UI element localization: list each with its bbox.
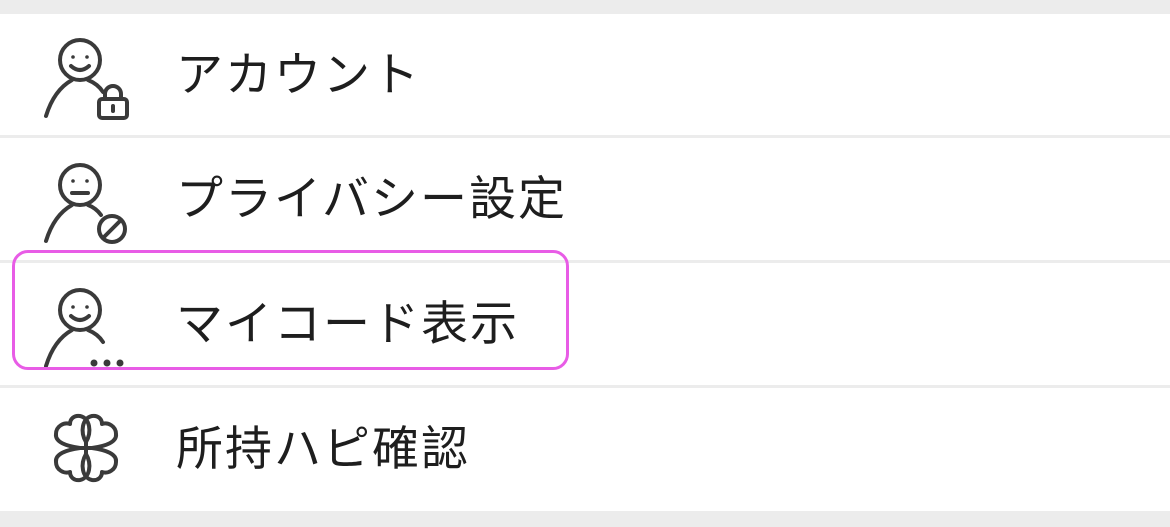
menu-item-label: 所持ハピ確認 [176,422,470,477]
menu-item-label: プライバシー設定 [176,172,568,227]
menu-item-label: マイコード表示 [176,297,519,352]
menu-item-label: アカウント [176,48,421,103]
user-lock-icon [40,30,132,122]
clover-icon [40,402,132,494]
menu-item-mycode[interactable]: マイコード表示 [0,263,1170,385]
settings-menu: アカウント プライバシー設定 マイコード表示 所持ハピ確認 [0,14,1170,511]
user-more-icon [40,280,132,372]
menu-item-hapi[interactable]: 所持ハピ確認 [0,388,1170,511]
menu-item-account[interactable]: アカウント [0,14,1170,135]
user-block-icon [40,155,132,247]
menu-item-privacy[interactable]: プライバシー設定 [0,138,1170,260]
